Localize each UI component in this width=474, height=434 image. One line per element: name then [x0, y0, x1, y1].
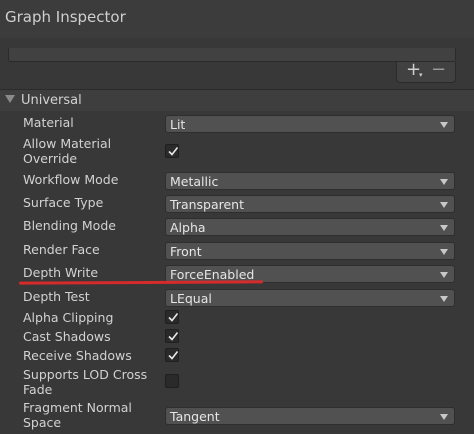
add-dropdown-caret-icon: ▾: [419, 71, 423, 79]
workflow-mode-value: Metallic: [170, 174, 219, 189]
depth-test-value: LEqual: [170, 291, 212, 306]
depth-write-label: Depth Write: [23, 265, 99, 280]
checkmark-icon: [168, 332, 179, 341]
allow-override-label: Allow Material Override: [23, 136, 112, 166]
chevron-down-icon: [440, 225, 448, 231]
blending-mode-label: Blending Mode: [23, 218, 116, 233]
foldout-arrow-icon[interactable]: [5, 95, 15, 103]
material-value: Lit: [170, 117, 186, 132]
render-face-value: Front: [170, 244, 202, 259]
surface-type-value: Transparent: [170, 197, 245, 212]
depth-test-dropdown[interactable]: LEqual: [165, 289, 455, 307]
chevron-down-icon: [440, 414, 448, 420]
blending-mode-value: Alpha: [170, 220, 206, 235]
receive-shadows-label: Receive Shadows: [23, 348, 132, 363]
fragment-normal-label: Fragment Normal Space: [23, 400, 132, 430]
checkmark-icon: [168, 351, 179, 360]
blending-mode-dropdown[interactable]: Alpha: [165, 218, 455, 236]
list-add-remove-controls: + ▾ −: [396, 60, 456, 83]
chevron-down-icon: [440, 296, 448, 302]
workflow-mode-dropdown[interactable]: Metallic: [165, 172, 455, 190]
render-face-label: Render Face: [23, 242, 100, 257]
material-dropdown[interactable]: Lit: [165, 115, 455, 133]
title-bar: Graph Inspector: [0, 0, 474, 38]
annotation-underline: [18, 280, 264, 285]
surface-type-label: Surface Type: [23, 195, 104, 210]
window-title: Graph Inspector: [5, 8, 126, 26]
chevron-down-icon: [440, 122, 448, 128]
alpha-clipping-label: Alpha Clipping: [23, 310, 114, 325]
chevron-down-icon: [440, 272, 448, 278]
cast-shadows-checkbox[interactable]: [165, 329, 179, 343]
chevron-down-icon: [440, 249, 448, 255]
alpha-clipping-checkbox[interactable]: [165, 310, 179, 324]
checkmark-icon: [168, 147, 179, 156]
universal-foldout-header[interactable]: Universal: [0, 90, 474, 111]
supports-lod-label: Supports LOD Cross Fade: [23, 367, 148, 397]
list-box[interactable]: [8, 48, 456, 62]
chevron-down-icon: [440, 202, 448, 208]
checkmark-icon: [168, 313, 179, 322]
cast-shadows-label: Cast Shadows: [23, 329, 111, 344]
material-label: Material: [23, 115, 74, 130]
chevron-down-icon: [440, 179, 448, 185]
supports-lod-checkbox[interactable]: [165, 374, 179, 388]
surface-type-dropdown[interactable]: Transparent: [165, 195, 455, 213]
receive-shadows-checkbox[interactable]: [165, 348, 179, 362]
fragment-normal-dropdown[interactable]: Tangent: [165, 407, 455, 425]
section-label: Universal: [21, 93, 82, 108]
remove-item-button[interactable]: −: [431, 60, 446, 80]
allow-override-checkbox[interactable]: [165, 144, 179, 158]
workflow-mode-label: Workflow Mode: [23, 172, 119, 187]
render-face-dropdown[interactable]: Front: [165, 242, 455, 260]
fragment-normal-value: Tangent: [170, 409, 220, 424]
depth-test-label: Depth Test: [23, 289, 90, 304]
